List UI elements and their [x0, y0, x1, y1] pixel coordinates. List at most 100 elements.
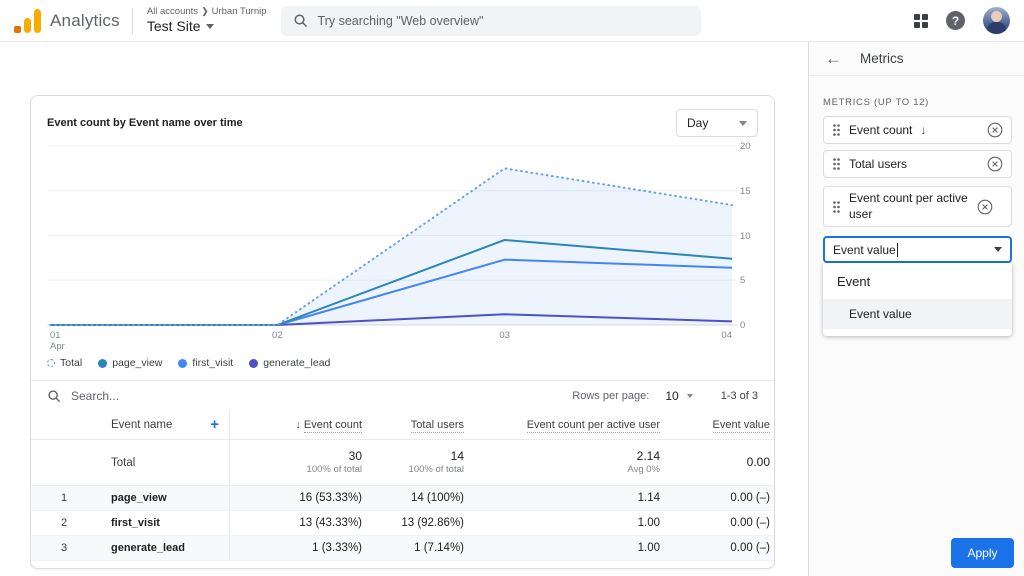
pagination-range: 1-3 of 3 — [721, 390, 758, 402]
chart-plot — [47, 143, 737, 329]
metric-chip-per-active-user[interactable]: Event count per active user — [823, 186, 1012, 227]
apps-grid-icon[interactable] — [914, 14, 928, 28]
x-axis-labels: 01 Apr 02 03 04 — [47, 329, 737, 353]
x-tick-label: 04 — [721, 330, 732, 341]
x-tick-label: 02 — [272, 330, 283, 341]
cell-event-name: generate_lead — [81, 542, 185, 554]
table-toolbar: Search... Rows per page: 10 1-3 of 3 — [31, 380, 774, 410]
chevron-right-icon: ❯ — [201, 6, 209, 17]
table-total-row: Total 30100% of total 14100% of total 2.… — [31, 440, 774, 486]
search-icon — [293, 13, 308, 28]
chevron-down-icon — [206, 24, 214, 29]
breadcrumb-all-accounts: All accounts — [147, 6, 198, 18]
line-chart: 05101520 01 Apr020304 — [47, 143, 758, 353]
granularity-value: Day — [687, 116, 708, 130]
sort-desc-icon: ↓ — [295, 419, 301, 431]
col-event-name: Event name — [111, 419, 172, 431]
rows-per-page-select[interactable]: 10 — [665, 389, 692, 403]
remove-icon[interactable] — [987, 122, 1003, 138]
cell-per-active: 1.00 — [464, 542, 660, 554]
legend-marker-first-visit — [178, 359, 187, 368]
report-card: Event count by Event name over time Day … — [30, 95, 775, 569]
legend-item-generate-lead[interactable]: generate_lead — [249, 357, 330, 369]
metrics-panel: ← Metrics METRICS (UP TO 12) Event count… — [808, 42, 1024, 576]
search-placeholder: Try searching "Web overview" — [318, 14, 484, 28]
chip-label: Event count per active user — [849, 191, 969, 222]
analytics-logo[interactable]: Analytics — [14, 9, 120, 33]
breadcrumb: All accounts ❯ Urban Turnip — [147, 6, 267, 18]
y-tick-label: 15 — [740, 186, 751, 197]
chart-legend: Total page_view first_visit generate_lea… — [31, 353, 774, 371]
avatar[interactable] — [983, 7, 1010, 34]
back-arrow-icon[interactable]: ← — [825, 50, 842, 67]
col-event-count[interactable]: ↓Event count — [230, 419, 362, 431]
x-tick-label: 03 — [499, 330, 510, 341]
legend-item-page-view[interactable]: page_view — [98, 357, 162, 369]
total-label: Total — [81, 457, 135, 469]
cell-total-users: 14 (100%) — [362, 492, 464, 504]
property-switcher[interactable]: All accounts ❯ Urban Turnip Test Site — [147, 6, 267, 35]
row-number: 2 — [47, 511, 81, 535]
cell-event-name: page_view — [81, 492, 167, 504]
chart-title: Event count by Event name over time — [47, 117, 243, 129]
legend-item-total[interactable]: Total — [47, 357, 82, 369]
breadcrumb-account: Urban Turnip — [212, 6, 267, 18]
cell-event-count: 16 (53.33%) — [230, 492, 362, 504]
metric-dropdown: Event Event value — [823, 263, 1012, 336]
global-search-input[interactable]: Try searching "Web overview" — [281, 6, 701, 36]
x-tick-label: 01 Apr — [50, 330, 65, 353]
total-total-users: 14100% of total — [362, 448, 464, 477]
granularity-select[interactable]: Day — [676, 109, 758, 137]
metric-chip-event-count[interactable]: Event count ↓ — [823, 116, 1012, 144]
y-tick-label: 20 — [740, 141, 751, 152]
legend-label: generate_lead — [263, 357, 330, 369]
table-row: 1 page_view 16 (53.33%) 14 (100%) 1.14 0… — [31, 486, 774, 511]
dropdown-option-event-value[interactable]: Event value — [823, 299, 1012, 329]
cell-event-count: 1 (3.33%) — [230, 542, 362, 554]
drag-handle-icon[interactable] — [832, 123, 841, 137]
legend-marker-page-view — [98, 359, 107, 368]
metric-chip-total-users[interactable]: Total users — [823, 150, 1012, 178]
remove-icon[interactable] — [977, 199, 993, 215]
legend-marker-total — [47, 359, 55, 367]
legend-item-first-visit[interactable]: first_visit — [178, 357, 233, 369]
cell-event-count: 13 (43.33%) — [230, 517, 362, 529]
table-row: 3 generate_lead 1 (3.33%) 1 (7.14%) 1.00… — [31, 536, 774, 561]
property-name: Test Site — [147, 18, 201, 36]
y-axis-labels: 05101520 — [738, 143, 758, 329]
table-search-input[interactable]: Search... — [71, 389, 119, 403]
cell-event-name: first_visit — [81, 517, 160, 529]
chip-label: Event count — [849, 123, 912, 137]
help-icon[interactable]: ? — [946, 11, 965, 30]
chip-label: Total users — [849, 157, 907, 171]
metrics-section-label: METRICS (UP TO 12) — [823, 97, 1010, 108]
rows-per-page-value: 10 — [665, 389, 678, 403]
row-number: 3 — [47, 536, 81, 560]
metric-search-value: Event value — [833, 243, 896, 257]
col-per-active-user[interactable]: Event count per active user — [464, 419, 660, 431]
rows-per-page-label: Rows per page: — [572, 390, 649, 402]
col-total-users[interactable]: Total users — [362, 419, 464, 431]
plus-icon[interactable]: + — [210, 416, 219, 433]
divider — [132, 8, 133, 34]
panel-title: Metrics — [860, 51, 904, 66]
cell-event-value: 0.00 (–) — [660, 492, 770, 504]
dropdown-arrow-icon[interactable] — [994, 247, 1002, 252]
chevron-down-icon — [739, 121, 747, 126]
cell-event-value: 0.00 (–) — [660, 542, 770, 554]
total-per-active: 2.14Avg 0% — [464, 448, 660, 477]
search-icon — [47, 389, 61, 403]
metric-search-input[interactable]: Event value — [823, 236, 1012, 263]
drag-handle-icon[interactable] — [832, 200, 841, 214]
remove-icon[interactable] — [987, 156, 1003, 172]
drag-handle-icon[interactable] — [832, 157, 841, 171]
legend-label: Total — [60, 357, 82, 369]
apply-button[interactable]: Apply — [951, 538, 1014, 568]
analytics-logo-icon — [14, 9, 41, 33]
legend-label: first_visit — [192, 357, 233, 369]
cell-per-active: 1.14 — [464, 492, 660, 504]
table-row: 2 first_visit 13 (43.33%) 13 (92.86%) 1.… — [31, 511, 774, 536]
col-event-value[interactable]: Event value — [660, 419, 770, 431]
chevron-down-icon — [687, 394, 693, 398]
cell-total-users: 13 (92.86%) — [362, 517, 464, 529]
